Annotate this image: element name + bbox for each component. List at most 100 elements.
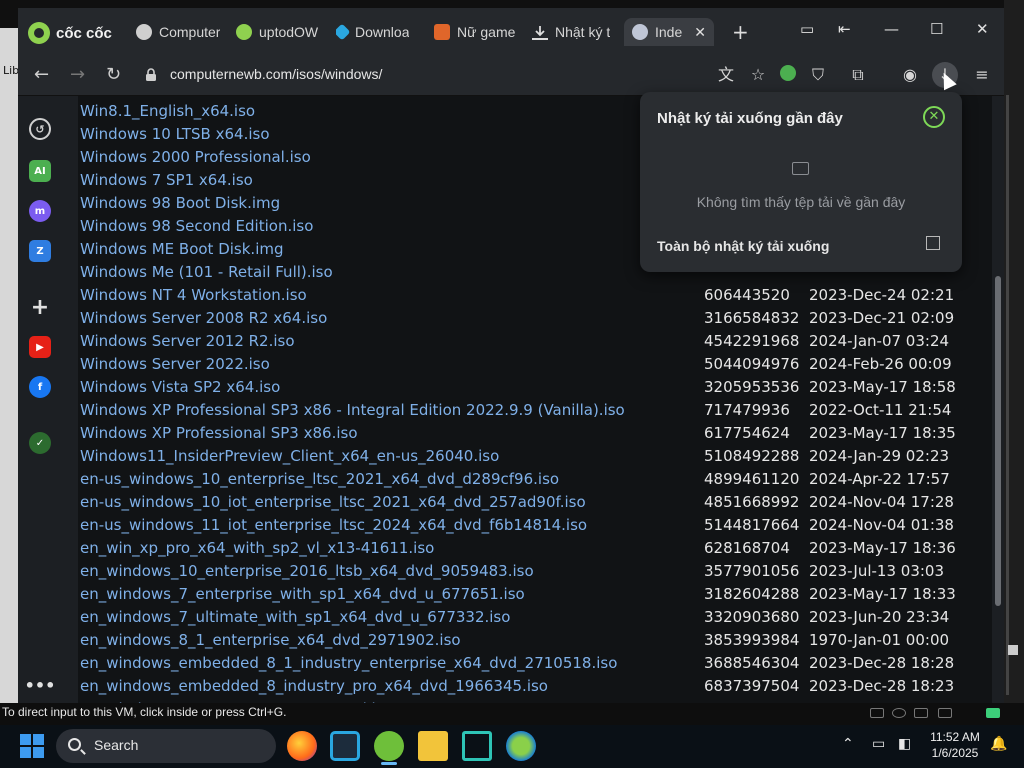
address-bar[interactable]: computernewb.com/isos/windows/: [170, 66, 382, 82]
file-row: Windows Server 2022.iso 5044094976 2024-Fe…: [78, 355, 992, 378]
bookmark-star-icon[interactable]: ☆: [748, 65, 768, 85]
file-link[interactable]: en-us_windows_11_iot_enterprise_ltsc_202…: [80, 516, 587, 534]
file-link[interactable]: en_windows_7_ultimate_with_sp1_x64_dvd_u…: [80, 608, 510, 626]
maximize-icon[interactable]: ☐: [930, 20, 943, 38]
network-tray-icon[interactable]: ▭: [872, 736, 885, 752]
messenger-icon[interactable]: m: [29, 200, 51, 222]
file-link[interactable]: Windows XP Professional SP3 x86.iso: [80, 424, 358, 442]
menu-icon[interactable]: ≡: [972, 65, 992, 85]
network-app-icon[interactable]: [506, 731, 536, 761]
file-link[interactable]: en_windows_8_1_enterprise_x64_dvd_297190…: [80, 631, 461, 649]
file-date: 2023-Jun-20 23:34: [809, 608, 950, 626]
file-link[interactable]: Windows Server 2008 R2 x64.iso: [80, 309, 327, 327]
file-row: en_win_xp_pro_x64_with_sp2_vl_x13-41611.…: [78, 539, 992, 562]
file-link[interactable]: Windows 10 LTSB x64.iso: [80, 125, 270, 143]
tab-label: Computer: [159, 24, 221, 40]
file-link[interactable]: en-us_windows_10_enterprise_ltsc_2021_x6…: [80, 470, 559, 488]
file-size: 3205953536: [704, 378, 800, 396]
file-link[interactable]: Windows Server 2022.iso: [80, 355, 270, 373]
tab-download-history[interactable]: Nhật ký t: [532, 18, 632, 46]
close-window-icon[interactable]: ✕: [976, 20, 989, 38]
vm-app-icon[interactable]: [330, 731, 360, 761]
tab-uptodown[interactable]: uptodOW: [236, 18, 336, 46]
all-downloads-link[interactable]: Toàn bộ nhật ký tải xuống: [657, 238, 829, 254]
minimize-icon[interactable]: —: [884, 20, 899, 38]
tab-search-icon[interactable]: ⇤: [838, 20, 851, 38]
tab-strip: cốc cốc Computer uptodOW Downloa Nữ game: [18, 8, 1004, 56]
translate-icon[interactable]: 文: [716, 65, 736, 85]
file-link[interactable]: en_windows_embedded_8_1_industry_enterpr…: [80, 654, 617, 672]
file-link[interactable]: Windows 98 Boot Disk.img: [80, 194, 280, 212]
facebook-icon[interactable]: f: [29, 376, 51, 398]
close-popup-icon[interactable]: ✕: [923, 106, 945, 128]
vm-cd-icon[interactable]: [892, 708, 906, 718]
volume-tray-icon[interactable]: ◧: [898, 736, 911, 752]
vm-usb-icon[interactable]: [938, 708, 952, 718]
site-info-icon[interactable]: [144, 68, 158, 82]
file-date: 2023-May-17 18:35: [809, 424, 956, 442]
coccoc-taskbar-icon[interactable]: [374, 731, 404, 765]
file-link[interactable]: Windows Server 2012 R2.iso: [80, 332, 295, 350]
adblock-shield-icon[interactable]: ⛉: [808, 65, 828, 85]
coccoc-2024-icon[interactable]: ✓: [29, 432, 51, 454]
file-date: 2023-Dec-28 18:28: [809, 654, 955, 672]
taskbar-search[interactable]: Search: [56, 729, 276, 763]
tab-index[interactable]: Inde ✕: [624, 18, 714, 46]
file-link[interactable]: Windows 2000 Professional.iso: [80, 148, 311, 166]
file-date: 2023-Dec-28 18:23: [809, 677, 955, 695]
scrollbar-thumb[interactable]: [995, 276, 1001, 606]
back-icon[interactable]: ←: [34, 64, 49, 85]
file-row: en-us_windows_10_enterprise_ltsc_2021_x6…: [78, 470, 992, 493]
file-link[interactable]: en_windows_10_enterprise_2016_ltsb_x64_d…: [80, 562, 534, 580]
file-link[interactable]: en_windows_7_enterprise_with_sp1_x64_dvd…: [80, 585, 525, 603]
file-size: 3166584832: [704, 309, 800, 327]
system-clock[interactable]: 11:52 AM 1/6/2025: [920, 729, 990, 761]
add-sidebar-item-icon[interactable]: +: [29, 295, 51, 320]
show-hidden-icons-icon[interactable]: ⌃: [842, 736, 854, 752]
tab-download[interactable]: Downloa: [336, 18, 436, 46]
new-tab-icon[interactable]: +: [732, 20, 749, 44]
forward-icon[interactable]: →: [70, 64, 85, 85]
open-external-icon[interactable]: [926, 236, 940, 250]
windows-start-icon[interactable]: [20, 734, 44, 758]
firefox-icon[interactable]: [287, 731, 317, 761]
browser-brand[interactable]: cốc cốc: [28, 20, 112, 46]
profile-icon[interactable]: ◉: [900, 65, 920, 85]
file-link[interactable]: Windows Me (101 - Retail Full).iso: [80, 263, 333, 281]
file-link[interactable]: Windows ME Boot Disk.img: [80, 240, 284, 258]
tab-game[interactable]: Nữ game: [434, 18, 534, 46]
file-link[interactable]: en-us_windows_10_iot_enterprise_ltsc_202…: [80, 493, 586, 511]
vm-message-icon[interactable]: [986, 708, 1000, 718]
dark-mode-icon[interactable]: [778, 65, 798, 85]
file-link[interactable]: Windows11_InsiderPreview_Client_x64_en-u…: [80, 447, 499, 465]
file-link[interactable]: Windows NT 4 Workstation.iso: [80, 286, 307, 304]
extensions-icon[interactable]: ⧉: [848, 65, 868, 85]
file-explorer-icon[interactable]: [418, 731, 448, 761]
history-icon[interactable]: ↺: [29, 118, 51, 140]
vm-input-hint: To direct input to this VM, click inside…: [2, 705, 287, 719]
file-link[interactable]: Windows Vista SP2 x64.iso: [80, 378, 280, 396]
file-link[interactable]: en_windows_embedded_8_industry_pro_x64_d…: [80, 677, 548, 695]
file-row: en-us_windows_11_iot_enterprise_ltsc_202…: [78, 516, 992, 539]
file-size: 3320903680: [704, 608, 800, 626]
vm-network-icon[interactable]: [914, 708, 928, 718]
tab-computer[interactable]: Computer: [136, 18, 236, 46]
zalo-icon[interactable]: Z: [29, 240, 51, 262]
ai-assistant-icon[interactable]: AI: [29, 160, 51, 182]
file-link[interactable]: Windows 98 Second Edition.iso: [80, 217, 313, 235]
page-scrollbar[interactable]: [993, 96, 1003, 703]
more-options-icon[interactable]: •••: [25, 674, 56, 696]
file-link[interactable]: Windows XP Professional SP3 x86 - Integr…: [80, 401, 625, 419]
file-date: 2024-Feb-26 00:09: [809, 355, 952, 373]
youtube-icon[interactable]: ▶: [29, 336, 51, 358]
vmware-icon[interactable]: [462, 731, 492, 761]
file-size: 717479936: [704, 401, 790, 419]
close-tab-icon[interactable]: ✕: [694, 24, 706, 41]
file-link[interactable]: en_win_xp_pro_x64_with_sp2_vl_x13-41611.…: [80, 539, 434, 557]
notifications-icon[interactable]: 🔔: [990, 736, 1007, 752]
file-link[interactable]: Windows 7 SP1 x64.iso: [80, 171, 253, 189]
reload-icon[interactable]: ↻: [106, 64, 121, 85]
vm-hdd-icon[interactable]: [870, 708, 884, 718]
file-link[interactable]: Win8.1_English_x64.iso: [80, 102, 255, 120]
screen-capture-icon[interactable]: ▭: [800, 20, 814, 38]
